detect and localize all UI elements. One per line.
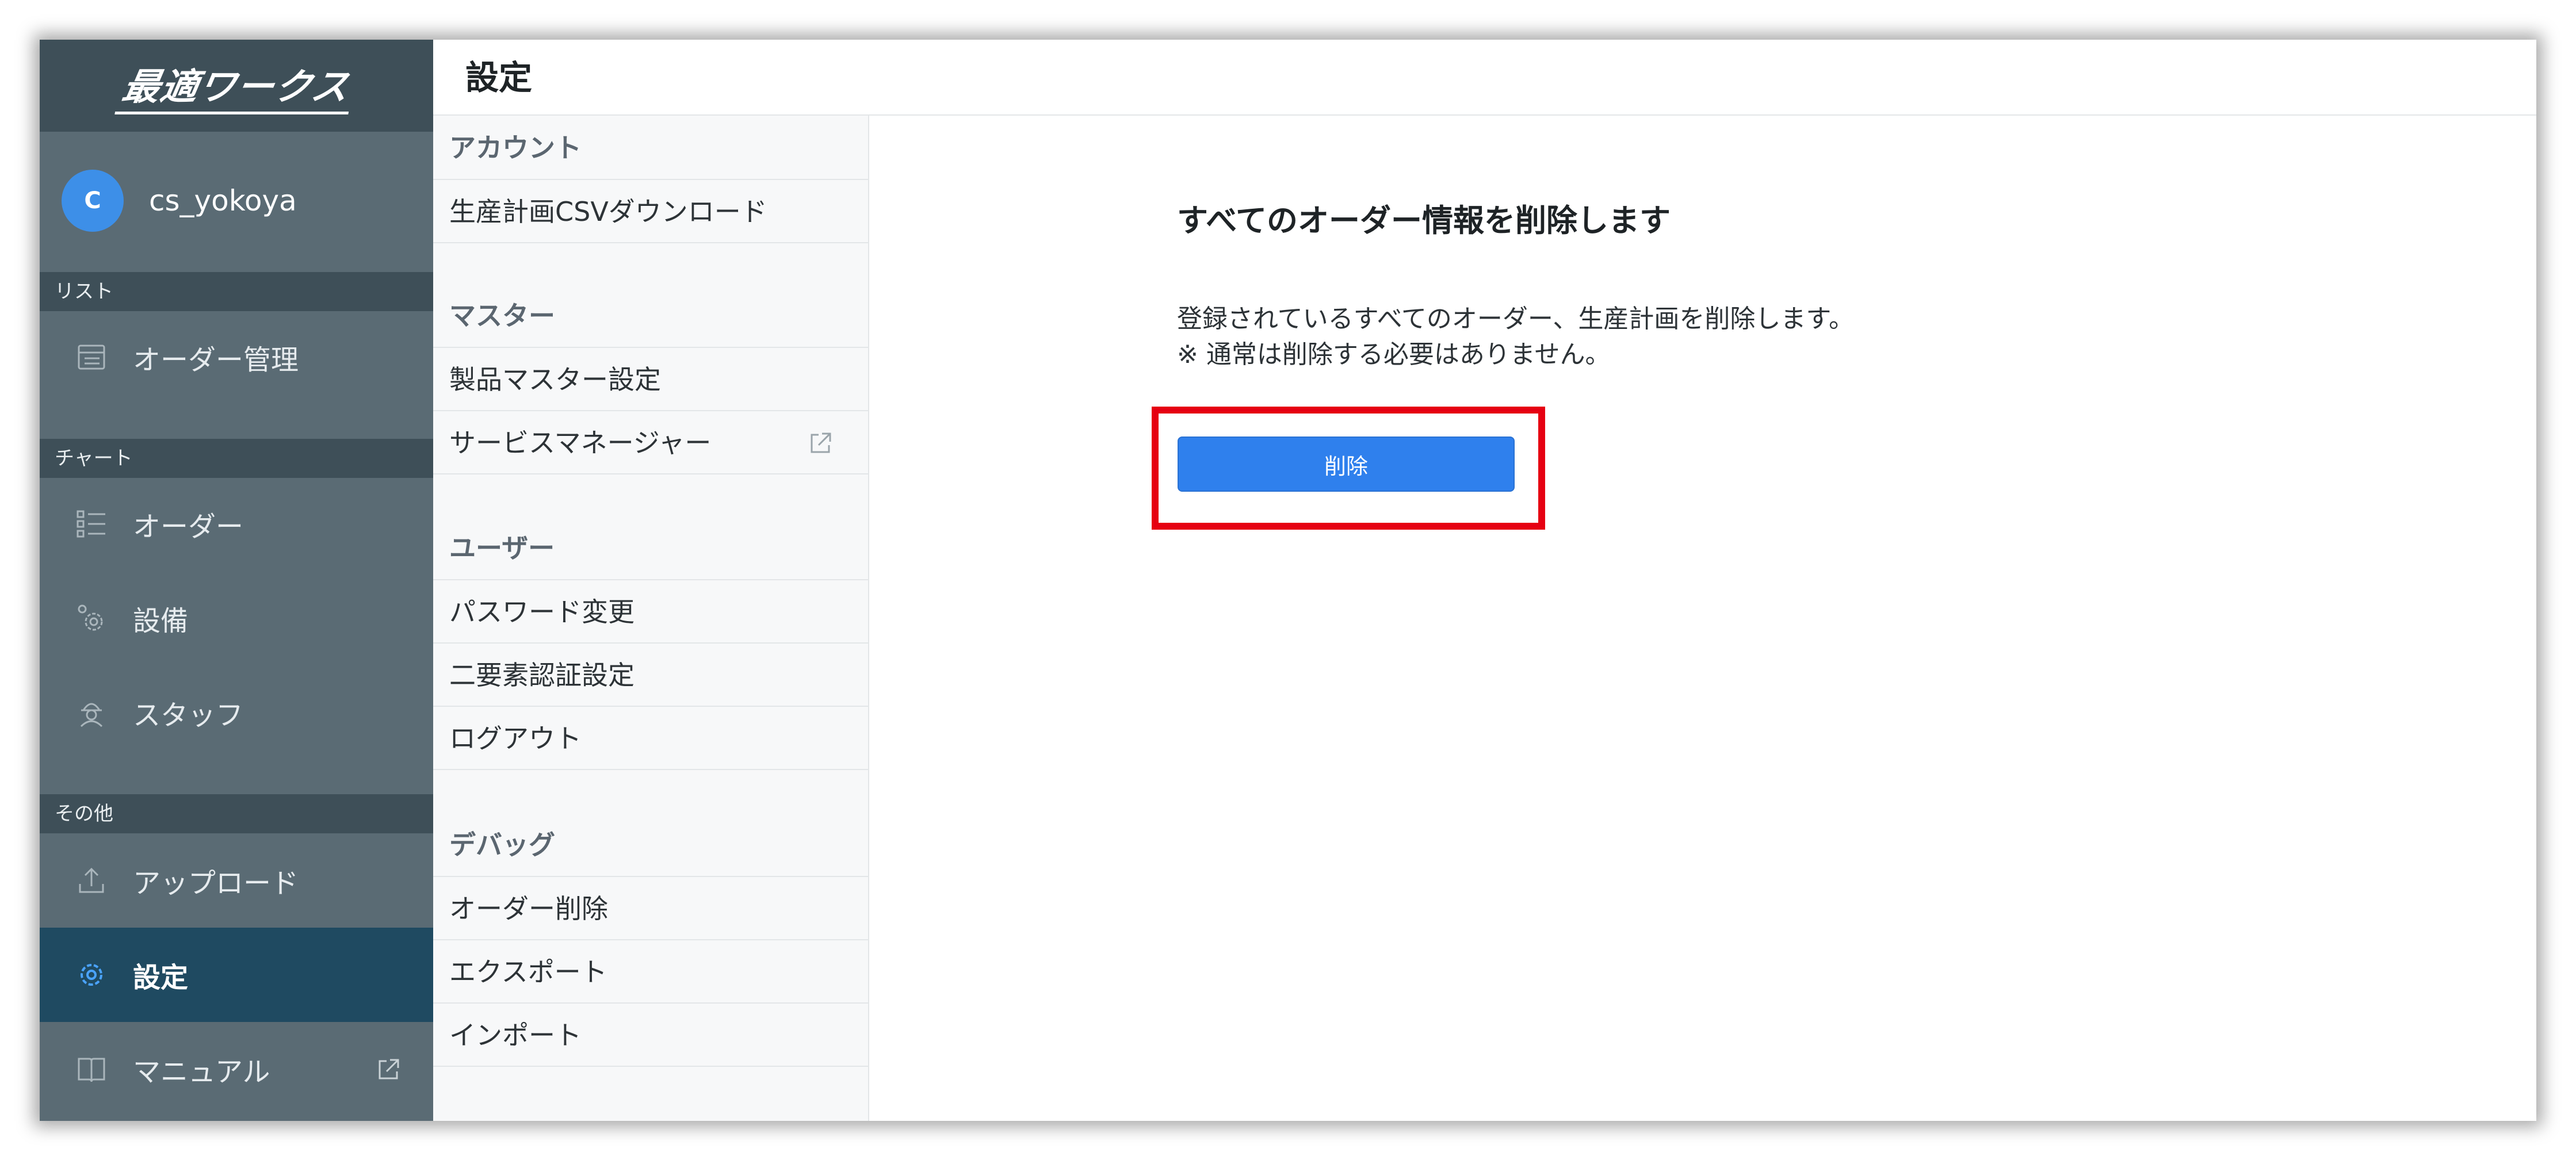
list-icon xyxy=(77,510,105,538)
avatar: C xyxy=(62,170,124,232)
page-title: 設定 xyxy=(465,58,533,97)
staff-icon xyxy=(80,703,103,728)
menu-group-user: ユーザー xyxy=(433,516,868,580)
menu-item-order-delete[interactable]: オーダー削除 xyxy=(433,877,868,940)
menu-group-master: マスター xyxy=(433,284,868,348)
delete-button[interactable]: 削除 xyxy=(1178,437,1515,492)
external-link-icon xyxy=(811,432,831,453)
header: 設定 xyxy=(433,40,2536,116)
description-line-2: ※ 通常は削除する必要はありません。 xyxy=(1177,340,1611,369)
content-title: すべてのオーダー情報を削除します xyxy=(1177,202,1671,239)
menu-item-label: サービスマネージャー xyxy=(449,427,712,458)
app-window: 最適ワークス C cs_yokoya リスト オーダー管理 チャート オーダー … xyxy=(40,40,2536,1121)
sidebar-item-label: オーダー管理 xyxy=(133,344,299,376)
sidebar-item-label: 設定 xyxy=(133,962,189,994)
menu-item-export[interactable]: エクスポート xyxy=(433,940,868,1004)
settings-menu: アカウント 生産計画CSVダウンロード マスター 製品マスター設定 サービスマネ… xyxy=(433,116,869,1121)
menu-item-two-factor-auth[interactable]: 二要素認証設定 xyxy=(433,644,868,707)
book-icon xyxy=(78,1058,105,1082)
sidebar-item-manual[interactable]: マニュアル xyxy=(40,1022,433,1116)
sidebar-item-label: マニュアル xyxy=(133,1056,270,1088)
menu-item-production-csv-download[interactable]: 生産計画CSVダウンロード xyxy=(433,180,868,243)
sidebar-item-order-management[interactable]: オーダー管理 xyxy=(40,310,433,404)
sidebar-item-label: アップロード xyxy=(133,867,299,899)
menu-item-import[interactable]: インポート xyxy=(433,1004,868,1067)
menu-group-account: アカウント xyxy=(433,116,868,180)
menu-item-service-manager[interactable]: サービスマネージャー xyxy=(433,411,868,474)
list-table-icon xyxy=(78,344,105,370)
menu-item-product-master[interactable]: 製品マスター設定 xyxy=(433,348,868,411)
gear-icon xyxy=(81,964,102,986)
user-profile[interactable]: C cs_yokoya xyxy=(40,132,433,270)
menu-item-password-change[interactable]: パスワード変更 xyxy=(433,580,868,644)
sidebar-item-label: スタッフ xyxy=(133,699,244,732)
equipment-gear-icon xyxy=(78,604,103,631)
sidebar-item-settings[interactable]: 設定 xyxy=(40,928,433,1022)
sidebar-section-chart: チャート xyxy=(40,439,433,478)
sidebar-item-equipment[interactable]: 設備 xyxy=(40,571,433,665)
sidebar-item-label: 設備 xyxy=(133,605,189,637)
logo-bar: 最適ワークス xyxy=(40,40,433,132)
menu-group-debug: デバッグ xyxy=(433,813,868,877)
user-name: cs_yokoya xyxy=(149,184,297,217)
sidebar-section-other: その他 xyxy=(40,794,433,833)
sidebar-item-order[interactable]: オーダー xyxy=(40,477,433,571)
external-link-icon xyxy=(379,1059,399,1079)
menu-item-logout[interactable]: ログアウト xyxy=(433,707,868,770)
sidebar-item-label: オーダー xyxy=(133,511,244,543)
app-logo[interactable]: 最適ワークス xyxy=(114,57,358,114)
sidebar: 最適ワークス C cs_yokoya リスト オーダー管理 チャート オーダー … xyxy=(40,40,433,1121)
sidebar-item-upload[interactable]: アップロード xyxy=(40,833,433,928)
upload-icon xyxy=(79,867,104,893)
sidebar-section-list: リスト xyxy=(40,272,433,311)
content-description: 登録されているすべてのオーダー、生産計画を削除します。 ※ 通常は削除する必要は… xyxy=(1177,301,1854,373)
sidebar-item-staff[interactable]: スタッフ xyxy=(40,665,433,760)
description-line-1: 登録されているすべてのオーダー、生産計画を削除します。 xyxy=(1177,304,1854,334)
